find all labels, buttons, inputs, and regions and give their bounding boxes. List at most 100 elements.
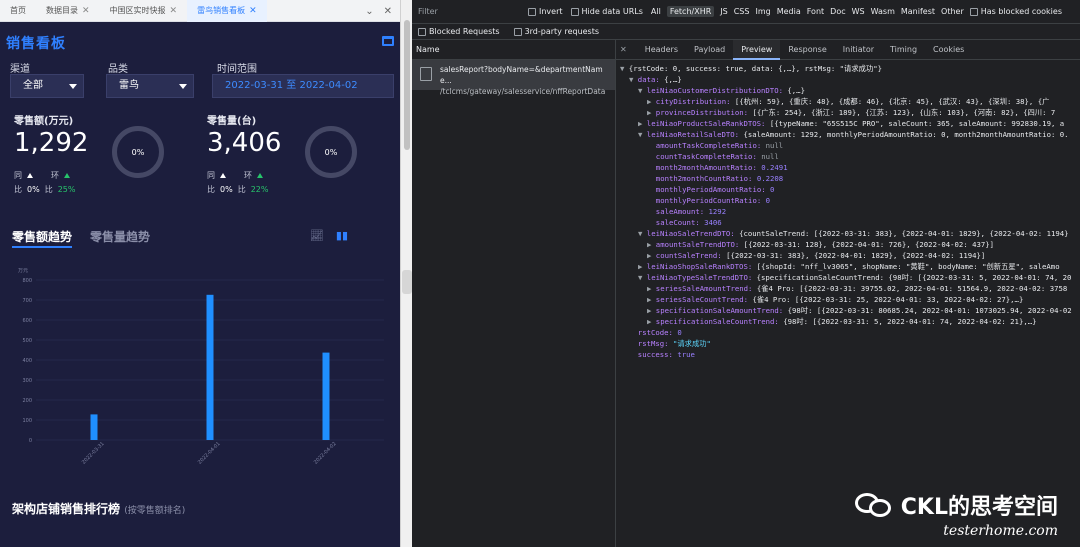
tab-preview[interactable]: Preview: [733, 39, 781, 60]
tab-response[interactable]: Response: [780, 40, 834, 60]
ring-value: 0%: [324, 147, 338, 157]
json-line[interactable]: ▶ leiNiaoShopSaleRankDTOS: [{shopId: "nf…: [620, 261, 1080, 272]
bar-chart-icon[interactable]: ▮▮: [336, 229, 348, 242]
type-js[interactable]: JS: [720, 7, 727, 16]
type-media[interactable]: Media: [777, 7, 801, 16]
collapsed-triangle-icon[interactable]: ▶: [647, 306, 656, 315]
tab-sales-board[interactable]: 雷鸟销售看板 ✕: [187, 0, 267, 22]
json-line[interactable]: ▼ data: {,…}: [620, 74, 1080, 85]
type-all[interactable]: All: [651, 7, 661, 16]
third-party-checkbox[interactable]: 3rd-party requests: [513, 27, 599, 36]
tab-timing[interactable]: Timing: [882, 40, 925, 60]
json-line[interactable]: ▼ {rstCode: 0, success: true, data: {,…}…: [620, 63, 1080, 74]
filter-input[interactable]: Filter: [416, 3, 528, 21]
collapsed-triangle-icon[interactable]: ▶: [638, 262, 647, 271]
json-line[interactable]: ▼ leiNiaoTypeSaleTrendDTO: {specificatio…: [620, 272, 1080, 283]
expanded-triangle-icon[interactable]: ▼: [629, 75, 638, 84]
close-icon[interactable]: ✕: [249, 0, 257, 22]
type-wasm[interactable]: Wasm: [871, 7, 895, 16]
expanded-triangle-icon[interactable]: ▼: [638, 130, 647, 139]
type-img[interactable]: Img: [755, 7, 770, 16]
type-doc[interactable]: Doc: [830, 7, 845, 16]
blocked-requests-checkbox[interactable]: Blocked Requests: [418, 27, 500, 36]
json-line[interactable]: ▶ specificationSaleAmountTrend: {98吋: [{…: [620, 305, 1080, 316]
app-header: 销售看板: [0, 28, 400, 56]
json-key: specificationSaleAmountTrend:: [655, 306, 788, 315]
type-manifest[interactable]: Manifest: [901, 7, 935, 16]
tab-payload[interactable]: Payload: [686, 40, 733, 60]
time-range-picker[interactable]: 2022-03-31 至 2022-04-02: [212, 74, 394, 98]
json-line[interactable]: ▶ leiNiaoProductSaleRankDTOS: [{typeName…: [620, 118, 1080, 129]
tab-count-trend[interactable]: 零售量趋势: [90, 228, 150, 248]
invert-checkbox[interactable]: Invert: [528, 7, 563, 16]
expanded-triangle-icon[interactable]: ▼: [638, 86, 647, 95]
json-line[interactable]: ▶ amountSaleTrendDTO: [{2022-03-31: 128}…: [620, 239, 1080, 250]
collapsed-triangle-icon[interactable]: ▶: [647, 240, 656, 249]
collapsed-triangle-icon[interactable]: ▶: [647, 317, 656, 326]
tab-headers[interactable]: Headers: [637, 40, 686, 60]
json-line[interactable]: ▼ leiNiaoRetailSaleDTO: {saleAmount: 129…: [620, 129, 1080, 140]
y-tick-label: 100: [22, 418, 32, 424]
json-line[interactable]: ▶ countSaleTrend: [{2022-03-31: 383}, {2…: [620, 250, 1080, 261]
collapsed-triangle-icon[interactable]: ▶: [647, 97, 656, 106]
line-chart-icon[interactable]: 📈︎: [310, 229, 324, 242]
json-line[interactable]: ▼ leiNiaoCustomerDistributionDTO: {,…}: [620, 85, 1080, 96]
json-value: {,…}: [664, 75, 682, 84]
request-row[interactable]: salesReport?bodyName=&departmentName... …: [412, 60, 615, 96]
collapsed-triangle-icon[interactable]: ▶: [638, 119, 647, 128]
scrollbar-thumb[interactable]: [404, 20, 410, 150]
close-icon[interactable]: ✕: [82, 0, 90, 22]
arrow-up-icon: [220, 173, 226, 178]
checkbox-icon: [570, 7, 579, 16]
tab-initiator[interactable]: Initiator: [835, 40, 882, 60]
bar-2022-04-02: [322, 352, 330, 440]
kpi-label: 零售额(万元): [14, 116, 74, 127]
watermark-sub: testerhome.com: [943, 523, 1058, 539]
category-select[interactable]: 雷鸟: [106, 74, 194, 98]
json-value: {98吋: [{2022-03-31: 80685.24, 2022-04-01…: [787, 306, 1072, 315]
fullscreen-icon[interactable]: [382, 36, 394, 46]
collapsed-triangle-icon[interactable]: ▶: [647, 284, 656, 293]
close-icon[interactable]: ✕: [170, 0, 178, 22]
name-column-header[interactable]: Name: [412, 40, 615, 60]
option-label: Blocked Requests: [429, 27, 500, 36]
collapsed-triangle-icon[interactable]: ▶: [647, 295, 656, 304]
has-blocked-cookies-checkbox[interactable]: Has blocked cookies: [969, 7, 1062, 16]
tab-cookies[interactable]: Cookies: [925, 40, 972, 60]
type-css[interactable]: CSS: [734, 7, 750, 16]
close-all-icon[interactable]: ✕: [384, 6, 392, 17]
y-tick-label: 800: [22, 278, 32, 284]
collapsed-triangle-icon[interactable]: ▶: [647, 251, 656, 260]
watermark-title: CKL的思考空间: [900, 495, 1058, 520]
json-key: leiNiaoRetailSaleDTO:: [646, 130, 744, 139]
json-line[interactable]: ▶ cityDistribution: [{杭州: 59}, {重庆: 48},…: [620, 96, 1080, 107]
close-icon[interactable]: ✕: [620, 45, 627, 54]
tab-data-catalog[interactable]: 数据目录 ✕: [36, 0, 100, 22]
split-handle[interactable]: [402, 270, 412, 294]
rank-section-title: 架构店铺销售排行榜 (按零售额排名): [12, 500, 185, 517]
json-key: monthlyPeriodAmountRatio:: [655, 185, 771, 194]
tab-home[interactable]: 首页: [0, 0, 36, 22]
json-line[interactable]: ▶ seriesSaleCountTrend: {雀4 Pro: [{2022-…: [620, 294, 1080, 305]
json-line: countTaskCompleteRatio: null: [620, 151, 1080, 162]
type-font[interactable]: Font: [807, 7, 824, 16]
type-ws[interactable]: WS: [852, 7, 865, 16]
tab-amount-trend[interactable]: 零售额趋势: [12, 228, 73, 248]
tab-china-realtime[interactable]: 中国区实时快报 ✕: [100, 0, 188, 22]
expanded-triangle-icon[interactable]: ▼: [620, 64, 629, 73]
json-line[interactable]: ▶ seriesSaleAmountTrend: {雀4 Pro: [{2022…: [620, 283, 1080, 294]
json-line[interactable]: ▼ leiNiaoSaleTrendDTO: {countSaleTrend: …: [620, 228, 1080, 239]
json-line[interactable]: ▶ specificationSaleCountTrend: {98吋: [{2…: [620, 316, 1080, 327]
type-fetch-xhr[interactable]: Fetch/XHR: [666, 6, 715, 17]
expanded-triangle-icon[interactable]: ▼: [638, 273, 647, 282]
tab-label: 中国区实时快报: [109, 5, 166, 15]
json-line[interactable]: ▶ provinceDistribution: [{广东: 254}, {浙江:…: [620, 107, 1080, 118]
hide-data-urls-checkbox[interactable]: Hide data URLs: [570, 7, 643, 16]
channel-select[interactable]: 全部: [10, 74, 84, 98]
chevron-down-icon[interactable]: ⌄: [365, 6, 373, 17]
type-other[interactable]: Other: [941, 7, 964, 16]
collapsed-triangle-icon[interactable]: ▶: [647, 108, 656, 117]
json-key: seriesSaleCountTrend:: [655, 295, 753, 304]
expanded-triangle-icon[interactable]: ▼: [638, 229, 647, 238]
